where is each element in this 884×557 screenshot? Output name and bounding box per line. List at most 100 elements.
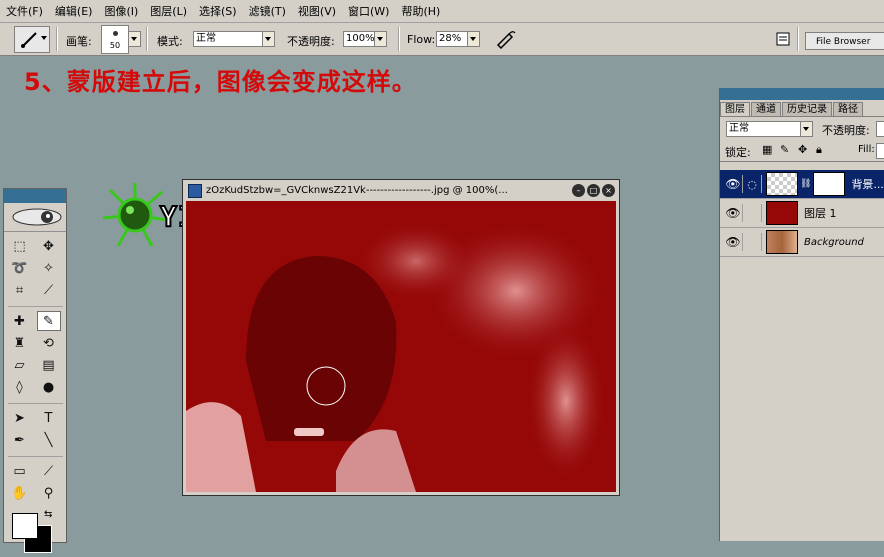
menu-help[interactable]: 帮助(H) <box>395 3 446 19</box>
menu-edit[interactable]: 编辑(E) <box>49 3 99 19</box>
crop-tool-icon[interactable]: ⌗ <box>8 280 32 300</box>
lock-pixels-icon[interactable]: ✎ <box>780 143 789 156</box>
layer-mask-icon[interactable]: ◌ <box>743 175 762 193</box>
airbrush-icon[interactable] <box>495 29 517 49</box>
brush-size: 50 <box>109 41 121 50</box>
eye-logo-icon[interactable] <box>4 203 66 232</box>
opacity-label: 不透明度: <box>287 35 335 48</box>
layer-name: 图层 1 <box>804 207 837 220</box>
options-bar: 画笔: 50 模式: 正常 不透明度: 100% Flow: 28% File … <box>0 23 884 56</box>
move-tool-icon[interactable]: ✥ <box>37 236 61 256</box>
layer-opacity-label: 不透明度: <box>822 124 870 137</box>
lasso-tool-icon[interactable]: ➰ <box>8 258 32 278</box>
minimize-button[interactable]: – <box>572 184 585 197</box>
tab-layers[interactable]: 图层 <box>720 102 750 116</box>
palette-tabs: 图层 通道 历史记录 路径 <box>720 100 884 117</box>
divider <box>7 452 63 457</box>
menu-select[interactable]: 选择(S) <box>193 3 243 19</box>
layer-link-slot[interactable] <box>743 204 762 222</box>
clone-stamp-tool-icon[interactable]: ♜ <box>8 333 32 353</box>
masked-photo <box>186 201 616 492</box>
notes-tool-icon[interactable]: ▭ <box>8 461 32 481</box>
line-tool-icon[interactable]: ╲ <box>37 430 61 450</box>
opacity-slider-button[interactable] <box>374 31 387 47</box>
divider <box>398 27 400 51</box>
layer-thumbnail <box>766 201 798 225</box>
brush-tool-icon[interactable]: ✎ <box>36 311 61 331</box>
eyedropper-tool-icon[interactable]: ⟋ <box>37 461 61 481</box>
layer-opacity-input[interactable] <box>876 121 884 137</box>
palette-titlebar[interactable] <box>720 88 884 100</box>
blur-tool-icon[interactable]: ◊ <box>8 377 32 397</box>
menu-layer[interactable]: 图层(L) <box>144 3 193 19</box>
visibility-eye-icon[interactable]: 👁︎ <box>724 233 743 251</box>
opacity-input[interactable]: 100% <box>343 31 375 47</box>
layer-row[interactable]: 👁︎ 图层 1 <box>720 199 884 228</box>
layer-list: 👁︎ ◌ ⛓ 背景... 👁︎ 图层 1 👁︎ Background <box>720 170 884 257</box>
type-tool-icon[interactable]: T <box>37 408 61 428</box>
document-window: zOzKudStzbw=_GVCknwsZ21Vk---------------… <box>182 179 620 496</box>
document-titlebar[interactable]: zOzKudStzbw=_GVCknwsZ21Vk---------------… <box>185 182 617 199</box>
gradient-tool-icon[interactable]: ▤ <box>37 355 61 375</box>
image-canvas[interactable] <box>186 201 616 492</box>
hand-tool-icon[interactable]: ✋ <box>8 483 32 503</box>
menu-bar: 文件(F) 编辑(E) 图像(I) 图层(L) 选择(S) 滤镜(T) 视图(V… <box>0 0 884 23</box>
mask-thumbnail[interactable] <box>813 172 846 196</box>
divider <box>56 27 58 51</box>
tool-preset-picker[interactable] <box>14 26 50 53</box>
menu-file[interactable]: 文件(F) <box>0 3 49 19</box>
pen-tool-icon[interactable]: ✒ <box>8 430 32 450</box>
mode-label: 模式: <box>157 35 183 48</box>
divider <box>7 302 63 307</box>
brush-dropdown-button[interactable] <box>128 31 141 47</box>
mode-dropdown-button[interactable] <box>262 31 275 47</box>
chevron-down-icon <box>41 36 47 40</box>
document-title: zOzKudStzbw=_GVCknwsZ21Vk---------------… <box>206 185 508 196</box>
blend-mode-select[interactable]: 正常 <box>726 121 802 137</box>
menu-view[interactable]: 视图(V) <box>292 3 342 19</box>
blend-mode-dropdown-button[interactable] <box>800 121 813 137</box>
healing-brush-tool-icon[interactable]: ✚ <box>8 311 32 331</box>
visibility-eye-icon[interactable]: 👁︎ <box>724 204 743 222</box>
layer-row[interactable]: 👁︎ Background <box>720 228 884 257</box>
swap-colors-icon[interactable]: ⇆ <box>44 509 52 520</box>
tab-paths[interactable]: 路径 <box>833 102 863 116</box>
magic-wand-tool-icon[interactable]: ✧ <box>37 258 61 278</box>
layers-palette: 图层 通道 历史记录 路径 正常 不透明度: 锁定: ▦ ✎ ✥ 🔒︎ Fill… <box>719 88 884 541</box>
slice-tool-icon[interactable]: ⟋ <box>37 280 61 300</box>
history-brush-tool-icon[interactable]: ⟲ <box>37 333 61 353</box>
menu-window[interactable]: 窗口(W) <box>342 3 395 19</box>
layer-link-slot[interactable] <box>743 233 762 251</box>
lock-position-icon[interactable]: ✥ <box>798 143 807 156</box>
tutorial-caption: 5、蒙版建立后，图像会变成这样。 <box>24 68 417 96</box>
brush-picker[interactable]: 50 <box>101 25 129 54</box>
flow-input[interactable]: 28% <box>436 31 468 47</box>
chain-link-icon[interactable]: ⛓ <box>800 179 811 189</box>
palette-well-icon[interactable] <box>775 31 791 47</box>
blend-row: 正常 不透明度: <box>720 117 884 139</box>
layer-name: Background <box>804 236 864 248</box>
menu-image[interactable]: 图像(I) <box>98 3 144 19</box>
visibility-eye-icon[interactable]: 👁︎ <box>724 175 743 193</box>
foreground-color-swatch[interactable] <box>12 513 38 539</box>
path-selection-tool-icon[interactable]: ➤ <box>8 408 32 428</box>
toolbox-titlebar[interactable] <box>4 189 66 203</box>
mode-select[interactable]: 正常 <box>193 31 265 47</box>
flow-label: Flow: <box>407 33 436 46</box>
menu-filter[interactable]: 滤镜(T) <box>243 3 292 19</box>
close-button[interactable]: × <box>602 184 615 197</box>
maximize-button[interactable]: □ <box>587 184 600 197</box>
tab-history[interactable]: 历史记录 <box>782 102 832 116</box>
lock-all-icon[interactable]: 🔒︎ <box>816 143 822 157</box>
eraser-tool-icon[interactable]: ▱ <box>8 355 32 375</box>
fill-input[interactable] <box>876 143 884 159</box>
layer-row[interactable]: 👁︎ ◌ ⛓ 背景... <box>720 170 884 199</box>
zoom-tool-icon[interactable]: ⚲ <box>37 483 61 503</box>
lock-transparency-icon[interactable]: ▦ <box>762 143 772 156</box>
photoshop-doc-icon <box>188 183 202 198</box>
dodge-tool-icon[interactable]: ● <box>37 377 61 397</box>
marquee-tool-icon[interactable]: ⬚ <box>8 236 32 256</box>
tab-channels[interactable]: 通道 <box>751 102 781 116</box>
file-browser-tab[interactable]: File Browser <box>805 32 884 50</box>
flow-slider-button[interactable] <box>467 31 480 47</box>
